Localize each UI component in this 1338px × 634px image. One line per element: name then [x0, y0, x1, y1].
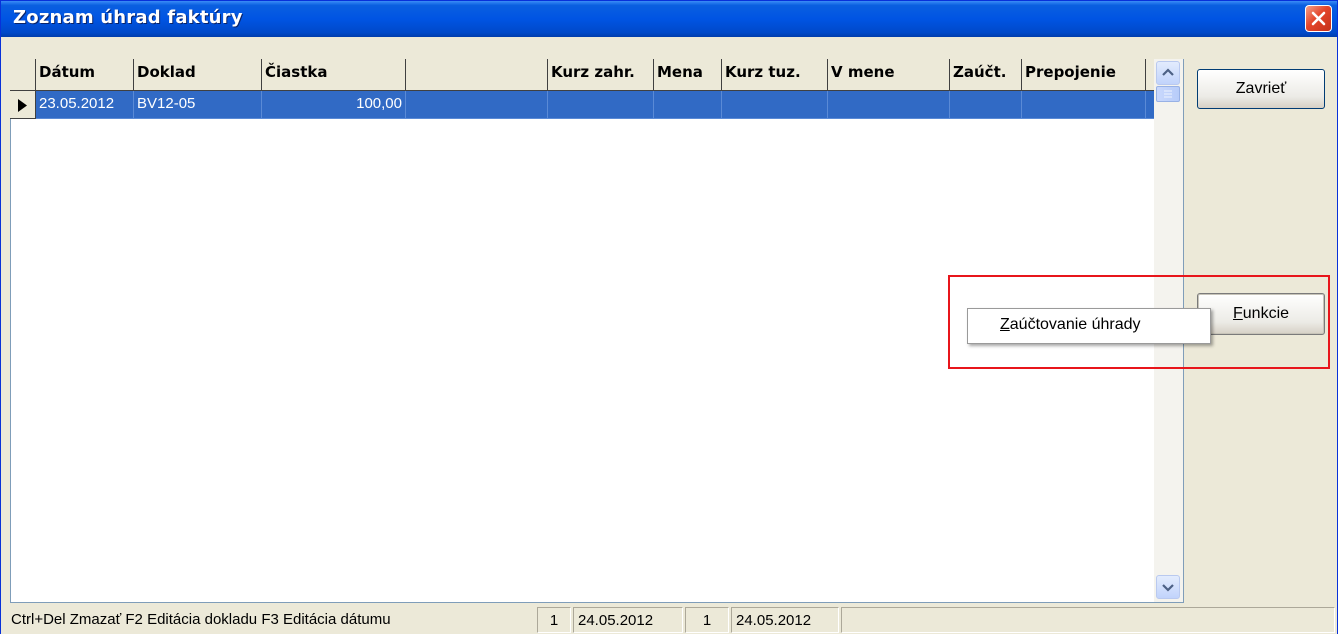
column-header-datum[interactable]: Dátum	[36, 59, 134, 91]
payments-dialog: Zoznam úhrad faktúry Dátum Doklad Čiastk…	[0, 0, 1338, 634]
cell-filler	[1146, 91, 1154, 119]
chevron-up-icon	[1162, 68, 1174, 76]
chevron-down-icon	[1162, 584, 1174, 592]
menu-item-accesskey: Z	[1000, 316, 1010, 333]
cell-datum[interactable]: 23.05.2012	[36, 91, 134, 119]
cell-kurz-zahr[interactable]	[548, 91, 654, 119]
cell-doklad[interactable]: BV12-05	[134, 91, 262, 119]
column-header-doklad[interactable]: Doklad	[134, 59, 262, 91]
menu-item-label-rest: aúčtovanie úhrady	[1009, 316, 1141, 333]
window-title: Zoznam úhrad faktúry	[13, 7, 243, 28]
menu-item-zauctovanie-uhrady[interactable]: Zaúčtovanie úhrady	[968, 309, 1210, 343]
cell-v-mene[interactable]	[828, 91, 950, 119]
close-window-button[interactable]	[1305, 5, 1332, 32]
cell-ciastka[interactable]: 100,00	[262, 91, 406, 119]
column-header-kurz-zahr[interactable]: Kurz zahr.	[548, 59, 654, 91]
column-header-kurz-tuz[interactable]: Kurz tuz.	[722, 59, 828, 91]
close-icon	[1311, 11, 1326, 26]
cell-mena[interactable]	[654, 91, 722, 119]
scroll-up-button[interactable]	[1156, 61, 1180, 85]
scroll-down-button[interactable]	[1156, 575, 1180, 599]
column-header-zauct[interactable]: Zaúčt.	[950, 59, 1022, 91]
status-date-2: 24.05.2012	[731, 607, 839, 633]
current-row-arrow-icon	[18, 99, 27, 112]
column-header-mena[interactable]: Mena	[654, 59, 722, 91]
title-bar[interactable]: Zoznam úhrad faktúry	[1, 1, 1337, 37]
column-header-prepojenie[interactable]: Prepojenie	[1022, 59, 1146, 91]
column-header-filler	[1146, 59, 1154, 91]
status-empty-panel	[841, 607, 1335, 633]
column-header-v-mene[interactable]: V mene	[828, 59, 950, 91]
functions-context-menu: Zaúčtovanie úhrady	[967, 308, 1211, 344]
cell-kurz-tuz[interactable]	[722, 91, 828, 119]
close-button[interactable]: Zavrieť	[1197, 69, 1325, 109]
status-count-1: 1	[537, 607, 571, 633]
grip-icon	[1164, 90, 1172, 98]
table-row[interactable]: 23.05.2012 BV12-05 100,00	[10, 91, 1154, 119]
column-header-ciastka[interactable]: Čiastka	[262, 59, 406, 91]
cell-blank[interactable]	[406, 91, 548, 119]
status-date-1: 24.05.2012	[573, 607, 683, 633]
grid-header: Dátum Doklad Čiastka Kurz zahr. Mena Kur…	[10, 59, 1154, 91]
status-bar: Ctrl+Del Zmazať F2 Editácia dokladu F3 E…	[1, 605, 1337, 634]
row-indicator	[10, 91, 36, 119]
status-hint: Ctrl+Del Zmazať F2 Editácia dokladu F3 E…	[11, 611, 391, 628]
cell-prepojenie[interactable]	[1022, 91, 1146, 119]
scroll-thumb[interactable]	[1156, 86, 1180, 102]
status-count-2: 1	[685, 607, 729, 633]
cell-zauct[interactable]	[950, 91, 1022, 119]
column-header-blank[interactable]	[406, 59, 548, 91]
header-indicator-cell	[10, 59, 36, 91]
